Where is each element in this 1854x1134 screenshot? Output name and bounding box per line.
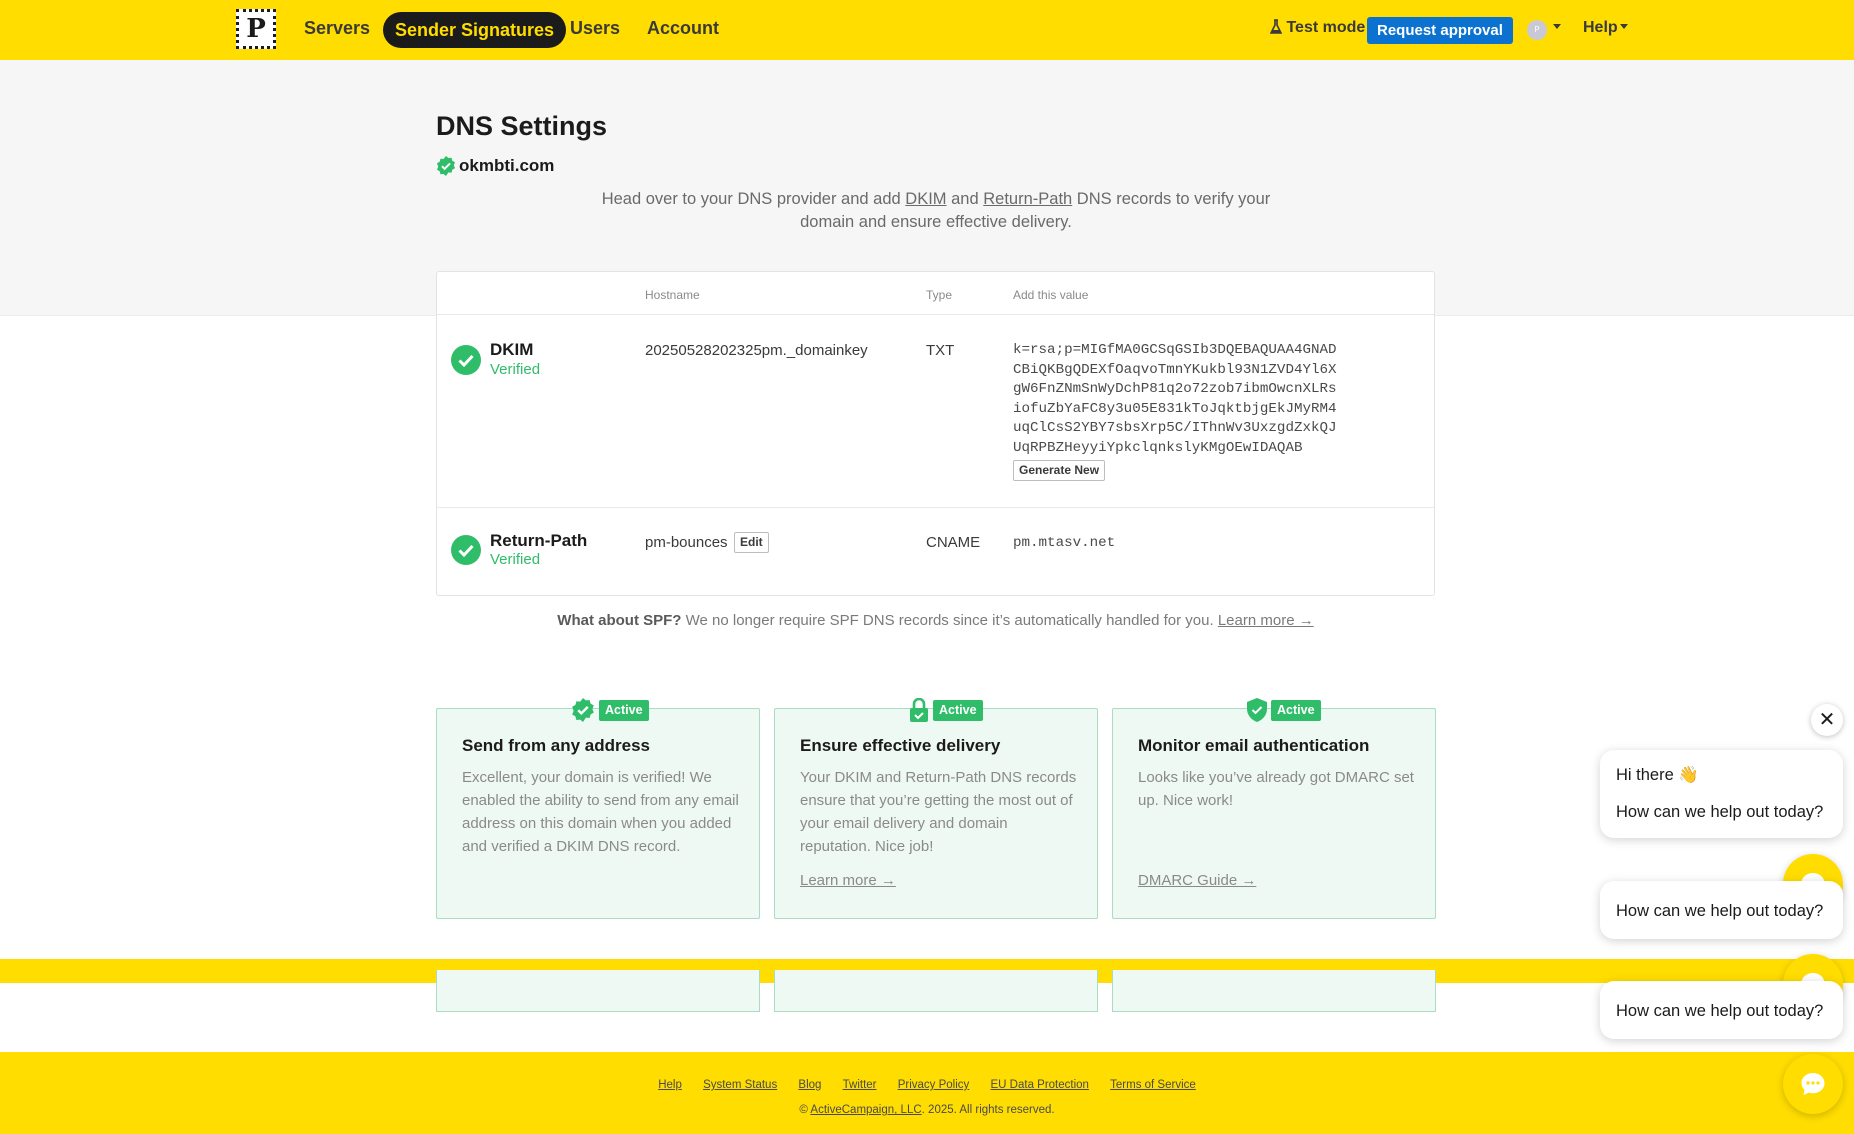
footer-link-system-status[interactable]: System Status — [703, 1079, 777, 1091]
dkim-status: Verified — [490, 361, 541, 378]
active-badge: Active — [571, 698, 649, 722]
dkim-hostname[interactable]: 20250528202325pm._domainkey — [645, 342, 868, 359]
dkim-type: TXT — [926, 342, 955, 359]
feature-card-send-any-address: Active Send from any address Excellent, … — [436, 698, 760, 919]
request-approval-button[interactable]: Request approval — [1367, 17, 1513, 44]
test-mode-indicator[interactable]: Test mode — [1269, 19, 1366, 37]
feature-card-ghost — [1112, 970, 1436, 1012]
verified-check-icon — [451, 345, 481, 375]
feature-body: Your DKIM and Return-Path DNS records en… — [800, 769, 1077, 855]
feature-title: Monitor email authentication — [1138, 736, 1370, 755]
nav-account[interactable]: Account — [647, 18, 719, 39]
column-type: Type — [926, 288, 953, 302]
nav-sender-signatures[interactable]: Sender Signatures — [383, 12, 567, 48]
chat-greeting: Hi there 👋 — [1616, 766, 1699, 784]
footer-links: Help System Status Blog Twitter Privacy … — [0, 1079, 1854, 1091]
nav-servers[interactable]: Servers — [304, 18, 370, 39]
verified-badge-icon — [437, 156, 455, 176]
verified-badge-icon — [572, 698, 594, 722]
feature-card-effective-delivery: Active Ensure effective delivery Your DK… — [774, 698, 1098, 919]
feature-card-monitor-authentication: Active Monitor email authentication Look… — [1112, 698, 1436, 919]
chat-close-button[interactable]: ✕ — [1811, 704, 1843, 736]
page-title: DNS Settings — [436, 111, 608, 141]
return-path-status: Verified — [490, 551, 541, 568]
footer-link-blog[interactable]: Blog — [798, 1079, 821, 1091]
feature-card-ghost — [774, 970, 1098, 1012]
feature-title: Ensure effective delivery — [800, 736, 1001, 755]
dkim-link[interactable]: DKIM — [905, 190, 946, 208]
feature-card-ghost — [436, 970, 760, 1012]
dkim-value[interactable]: k=rsa;p=MIGfMA0GCSqGSIb3DQEBAQUAA4GNAD C… — [1013, 341, 1337, 459]
active-badge: Active — [1247, 698, 1321, 722]
active-badge-label: Active — [933, 699, 983, 721]
column-value: Add this value — [1013, 288, 1089, 302]
verified-check-icon — [451, 535, 481, 565]
dns-records-table: Hostname Type Add this value DKIM Verifi… — [436, 271, 1435, 596]
edit-hostname-button[interactable]: Edit — [734, 532, 769, 553]
shield-check-icon — [1247, 698, 1267, 722]
dkim-record-name: DKIM — [490, 340, 534, 359]
footer-link-privacy-policy[interactable]: Privacy Policy — [898, 1079, 970, 1091]
footer-link-terms-of-service[interactable]: Terms of Service — [1110, 1079, 1196, 1091]
help-menu[interactable]: Help — [1583, 19, 1618, 37]
return-path-link[interactable]: Return-Path — [983, 190, 1072, 208]
active-badge-label: Active — [599, 699, 649, 721]
feature-body: Excellent, your domain is verified! We e… — [462, 769, 739, 855]
chat-prompt: How can we help out today? — [1616, 902, 1824, 920]
lock-icon — [910, 698, 928, 722]
row-divider — [437, 507, 1434, 508]
header-divider — [437, 314, 1434, 315]
return-path-type: CNAME — [926, 534, 981, 551]
generate-new-button[interactable]: Generate New — [1013, 460, 1106, 481]
learn-more-link[interactable]: Learn more → — [800, 872, 896, 889]
feature-title: Send from any address — [462, 736, 651, 755]
return-path-value[interactable]: pm.mtasv.net — [1013, 534, 1115, 554]
footer-link-twitter[interactable]: Twitter — [843, 1079, 877, 1091]
chat-prompt: How can we help out today? — [1616, 1002, 1824, 1020]
activecampaign-link[interactable]: ActiveCampaign, LLC — [810, 1104, 921, 1116]
return-path-record-name: Return-Path — [490, 531, 588, 550]
domain-name: okmbti.com — [459, 156, 555, 175]
domain-row: okmbti.com — [436, 156, 554, 176]
active-badge: Active — [909, 698, 983, 722]
chat-bubble-icon — [1801, 1073, 1825, 1095]
chat-prompt: How can we help out today? — [1616, 803, 1824, 821]
test-mode-label: Test mode — [1286, 19, 1366, 36]
help-chevron-down-icon[interactable] — [1620, 24, 1628, 29]
feature-body: Looks like you’ve already got DMARC set … — [1138, 769, 1414, 809]
chat-prompt-bubble[interactable]: How can we help out today? — [1600, 881, 1843, 939]
top-nav: P Servers Sender Signatures Users Accoun… — [0, 0, 1854, 60]
chat-prompt-bubble[interactable]: How can we help out today? — [1600, 981, 1843, 1039]
footer: Help System Status Blog Twitter Privacy … — [0, 1052, 1854, 1134]
postmark-logo[interactable]: P — [236, 9, 276, 49]
dmarc-guide-link[interactable]: DMARC Guide → — [1138, 872, 1256, 889]
spf-learn-more-link[interactable]: Learn more → — [1218, 612, 1314, 629]
avatar[interactable]: P — [1527, 20, 1547, 40]
spf-note: What about SPF? We no longer require SPF… — [557, 612, 1314, 629]
active-badge-label: Active — [1271, 699, 1321, 721]
footer-link-eu-data-protection[interactable]: EU Data Protection — [991, 1079, 1089, 1091]
nav-users[interactable]: Users — [570, 18, 620, 39]
chat-launcher-button[interactable] — [1783, 1054, 1843, 1114]
flask-icon — [1269, 19, 1283, 34]
return-path-hostname[interactable]: pm-bounces — [645, 534, 728, 551]
column-hostname: Hostname — [645, 288, 700, 302]
copyright: © ActiveCampaign, LLC. 2025. All rights … — [799, 1104, 1055, 1116]
intro-text: Head over to your DNS provider and add D… — [601, 190, 1271, 231]
avatar-chevron-down-icon[interactable] — [1553, 24, 1561, 29]
footer-link-help[interactable]: Help — [658, 1079, 682, 1091]
chat-greeting-bubble[interactable]: Hi there 👋 How can we help out today? — [1600, 750, 1843, 838]
